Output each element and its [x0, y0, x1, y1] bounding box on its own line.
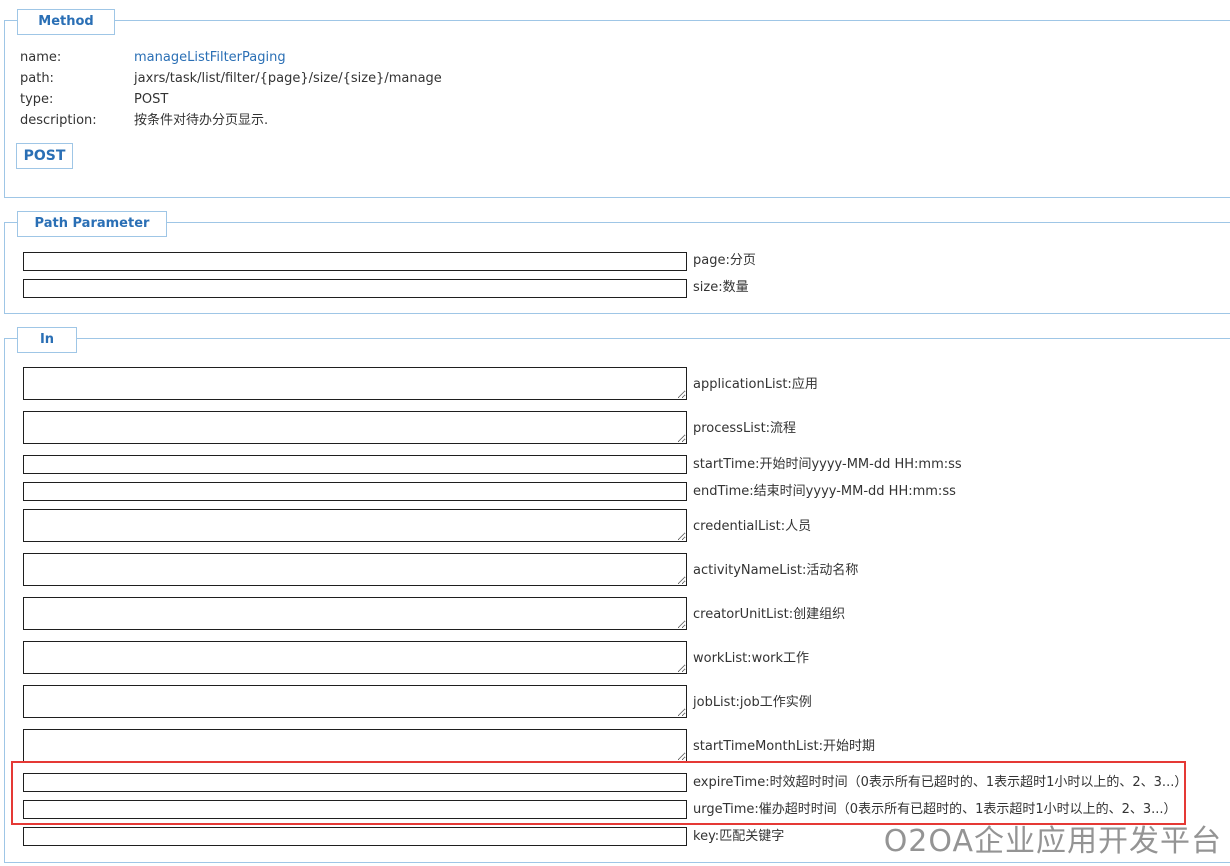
credential-list-textarea[interactable] — [23, 509, 687, 542]
credential-list-label: credentialList:人员 — [693, 519, 812, 534]
method-type-key: type: — [20, 92, 54, 107]
page-input[interactable] — [23, 252, 687, 271]
activity-name-list-label: activityNameList:活动名称 — [693, 563, 859, 578]
key-input[interactable] — [23, 827, 687, 846]
process-list-label: processList:流程 — [693, 421, 797, 436]
work-list-label: workList:work工作 — [693, 651, 810, 666]
method-name-value: manageListFilterPaging — [134, 50, 286, 65]
in-legend: In — [17, 327, 77, 353]
method-panel: Method name: manageListFilterPaging path:… — [4, 9, 1230, 198]
highlight-annotation-box — [11, 761, 1186, 825]
start-time-label: startTime:开始时间yyyy-MM-dd HH:mm:ss — [693, 457, 962, 472]
process-list-textarea[interactable] — [23, 411, 687, 444]
start-time-month-list-label: startTimeMonthList:开始时期 — [693, 739, 875, 754]
size-input[interactable] — [23, 279, 687, 298]
method-path-key: path: — [20, 71, 54, 86]
method-type-value: POST — [134, 92, 169, 107]
method-name-key: name: — [20, 50, 62, 65]
watermark-text: O2OA企业应用开发平台 — [883, 824, 1222, 859]
method-description-value: 按条件对待办分页显示. — [134, 113, 269, 128]
work-list-textarea[interactable] — [23, 641, 687, 674]
end-time-label: endTime:结束时间yyyy-MM-dd HH:mm:ss — [693, 484, 956, 499]
method-type-row: type: POST — [20, 91, 168, 109]
method-path-value: jaxrs/task/list/filter/{page}/size/{size… — [134, 71, 442, 86]
end-time-input[interactable] — [23, 482, 687, 501]
job-list-label: jobList:job工作实例 — [693, 695, 812, 710]
method-legend: Method — [17, 9, 115, 35]
start-time-input[interactable] — [23, 455, 687, 474]
application-list-label: applicationList:应用 — [693, 377, 818, 392]
creator-unit-list-label: creatorUnitList:创建组织 — [693, 607, 846, 622]
application-list-textarea[interactable] — [23, 367, 687, 400]
path-parameter-legend: Path Parameter — [17, 211, 167, 237]
method-description-row: description: 按条件对待办分页显示. — [20, 112, 268, 130]
post-button[interactable]: POST — [16, 143, 73, 169]
method-path-row: path: jaxrs/task/list/filter/{page}/size/… — [20, 70, 442, 88]
activity-name-list-textarea[interactable] — [23, 553, 687, 586]
key-label: key:匹配关键字 — [693, 829, 785, 844]
method-name-row: name: manageListFilterPaging — [20, 49, 286, 67]
path-parameter-panel: Path Parameter page:分页 size:数量 — [4, 211, 1230, 314]
method-description-key: description: — [20, 113, 97, 128]
creator-unit-list-textarea[interactable] — [23, 597, 687, 630]
job-list-textarea[interactable] — [23, 685, 687, 718]
start-time-month-list-textarea[interactable] — [23, 729, 687, 762]
size-label: size:数量 — [693, 280, 749, 295]
page-label: page:分页 — [693, 253, 756, 268]
